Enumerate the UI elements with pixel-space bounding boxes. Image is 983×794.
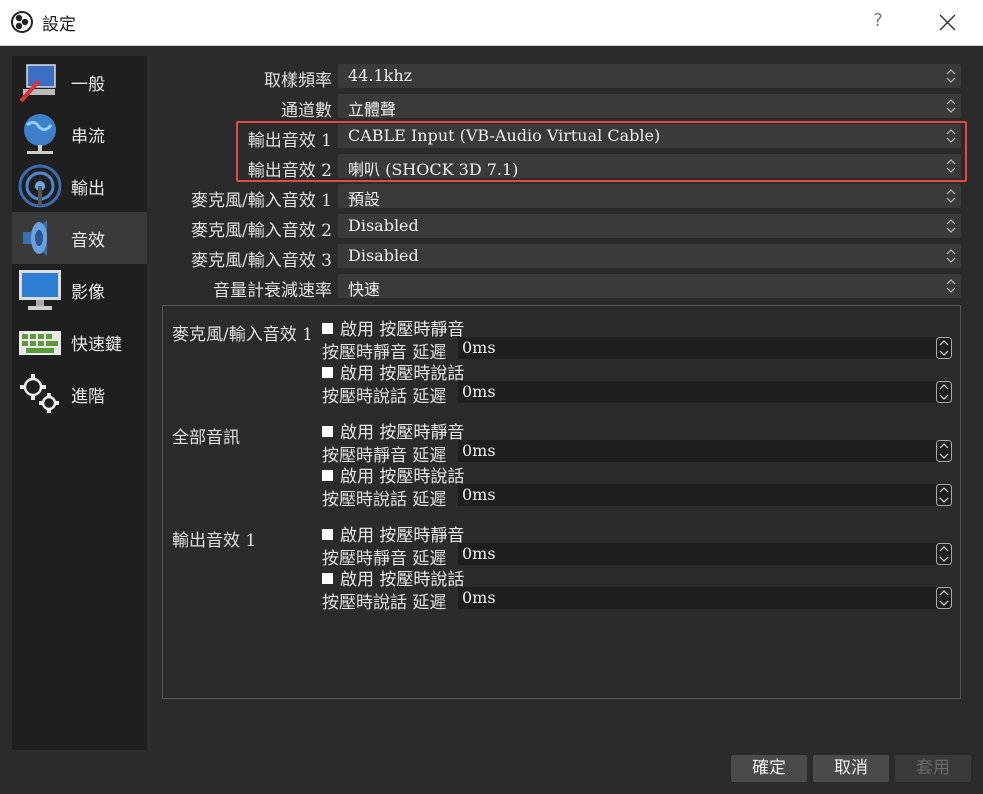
mic-aux-1-value: 預設 (348, 190, 381, 209)
sidebar-item-hotkeys[interactable]: 快速鍵 (12, 316, 147, 368)
delay-value: 0ms (462, 382, 496, 401)
spin-arrows-icon[interactable] (936, 484, 952, 506)
push-to-mute-checkbox[interactable]: 啟用 按壓時靜音 (322, 521, 464, 546)
cancel-button[interactable]: 取消 (813, 755, 889, 782)
delay-value: 0ms (462, 441, 496, 460)
delay-value: 0ms (462, 485, 496, 504)
checkbox-icon (322, 470, 333, 481)
mic-aux-1-label: 麥克風/輸入音效 1 (191, 191, 332, 211)
channels-label: 通道數 (281, 101, 332, 121)
mic-aux-2-value: Disabled (348, 216, 419, 235)
sidebar-item-label: 串流 (71, 127, 105, 147)
checkbox-icon (322, 426, 333, 437)
mic-aux-3-select[interactable]: Disabled (338, 244, 961, 268)
chevron-updown-icon (946, 189, 956, 203)
spin-arrows-icon[interactable] (936, 440, 952, 462)
monitor-icon (19, 270, 61, 310)
push-to-talk-checkbox[interactable]: 啟用 按壓時說話 (322, 359, 464, 384)
spin-arrows-icon[interactable] (936, 543, 952, 565)
delay-value: 0ms (462, 588, 496, 607)
hotkey-group-name: 輸出音效 1 (172, 531, 257, 551)
window-title: 設定 (42, 15, 76, 35)
meter-decay-value: 快速 (348, 280, 381, 299)
checkbox-icon (322, 367, 333, 378)
push-to-talk-delay-input[interactable]: 0ms (458, 381, 952, 403)
sidebar-item-label: 音效 (71, 231, 105, 251)
checkbox-label: 啟用 按壓時靜音 (340, 320, 465, 340)
checkbox-icon (322, 573, 333, 584)
sidebar-item-label: 進階 (71, 387, 105, 407)
title-bar: 設定 ? (0, 0, 983, 46)
hotkey-group-name: 全部音訊 (172, 428, 240, 448)
mic-aux-3-value: Disabled (348, 246, 419, 265)
chevron-updown-icon (946, 99, 956, 113)
checkbox-icon (322, 323, 333, 334)
checkbox-label: 啟用 按壓時說話 (340, 467, 465, 487)
stream-globe-icon (24, 114, 56, 154)
checkbox-label: 啟用 按壓時說話 (340, 364, 465, 384)
push-to-talk-delay-input[interactable]: 0ms (458, 587, 952, 609)
delay-value: 0ms (462, 544, 496, 563)
push-to-mute-checkbox[interactable]: 啟用 按壓時靜音 (322, 315, 464, 340)
highlight-box (236, 121, 967, 182)
gears-icon (20, 374, 59, 413)
speaker-icon (23, 220, 47, 256)
chevron-updown-icon (946, 249, 956, 263)
ok-button[interactable]: 確定 (731, 755, 807, 782)
meter-decay-label: 音量計衰減速率 (213, 281, 332, 301)
checkbox-label: 啟用 按壓時說話 (340, 570, 465, 590)
sidebar-item-advanced[interactable]: 進階 (12, 368, 147, 420)
close-icon[interactable] (930, 6, 964, 38)
chevron-updown-icon (946, 69, 956, 83)
apply-button[interactable]: 套用 (895, 755, 971, 782)
spin-arrows-icon[interactable] (936, 587, 952, 609)
delay-value: 0ms (462, 338, 496, 357)
sidebar-item-audio[interactable]: 音效 (12, 212, 147, 264)
push-to-mute-checkbox[interactable]: 啟用 按壓時靜音 (322, 418, 464, 443)
hotkey-group-name: 麥克風/輸入音效 1 (172, 325, 313, 345)
sidebar-item-general[interactable]: 一般 (12, 56, 147, 108)
push-to-talk-delay-label: 按壓時說話 延遲 (322, 490, 447, 510)
mic-aux-2-label: 麥克風/輸入音效 2 (191, 221, 332, 241)
chevron-updown-icon (946, 279, 956, 293)
sidebar-item-label: 一般 (71, 75, 105, 95)
obs-logo-icon (11, 11, 33, 33)
meter-decay-select[interactable]: 快速 (338, 274, 961, 299)
mic-aux-1-select[interactable]: 預設 (338, 184, 961, 209)
spin-arrows-icon[interactable] (936, 381, 952, 403)
checkbox-label: 啟用 按壓時靜音 (340, 423, 465, 443)
push-to-mute-delay-input[interactable]: 0ms (458, 440, 952, 462)
push-to-talk-delay-label: 按壓時說話 延遲 (322, 593, 447, 613)
sidebar-item-label: 快速鍵 (71, 335, 122, 355)
mic-aux-3-label: 麥克風/輸入音效 3 (191, 251, 332, 271)
push-to-mute-delay-input[interactable]: 0ms (458, 337, 952, 359)
sidebar-item-output[interactable]: 輸出 (12, 160, 147, 212)
push-to-mute-delay-input[interactable]: 0ms (458, 543, 952, 565)
channels-select[interactable]: 立體聲 (338, 94, 961, 119)
push-to-talk-checkbox[interactable]: 啟用 按壓時說話 (322, 462, 464, 487)
keyboard-icon (19, 331, 61, 355)
spin-arrows-icon[interactable] (936, 337, 952, 359)
channels-value: 立體聲 (348, 100, 397, 119)
help-button[interactable]: ? (866, 8, 890, 34)
push-to-talk-checkbox[interactable]: 啟用 按壓時說話 (322, 565, 464, 590)
sidebar-item-video[interactable]: 影像 (12, 264, 147, 316)
checkbox-label: 啟用 按壓時靜音 (340, 526, 465, 546)
general-icon (19, 64, 56, 103)
sidebar-item-label: 影像 (71, 283, 105, 303)
chevron-updown-icon (946, 219, 956, 233)
mic-aux-2-select[interactable]: Disabled (338, 214, 961, 238)
sidebar-item-label: 輸出 (71, 179, 105, 199)
sidebar-item-stream[interactable]: 串流 (12, 108, 147, 160)
sample-rate-value: 44.1khz (348, 66, 413, 85)
push-to-talk-delay-input[interactable]: 0ms (458, 484, 952, 506)
output-broadcast-icon (18, 164, 62, 208)
sample-rate-select[interactable]: 44.1khz (338, 64, 961, 88)
sample-rate-label: 取樣頻率 (264, 71, 332, 91)
settings-sidebar: 一般 串流 輸出 音效 影像 快速鍵 進階 (12, 56, 147, 750)
push-to-talk-delay-label: 按壓時說話 延遲 (322, 387, 447, 407)
checkbox-icon (322, 529, 333, 540)
